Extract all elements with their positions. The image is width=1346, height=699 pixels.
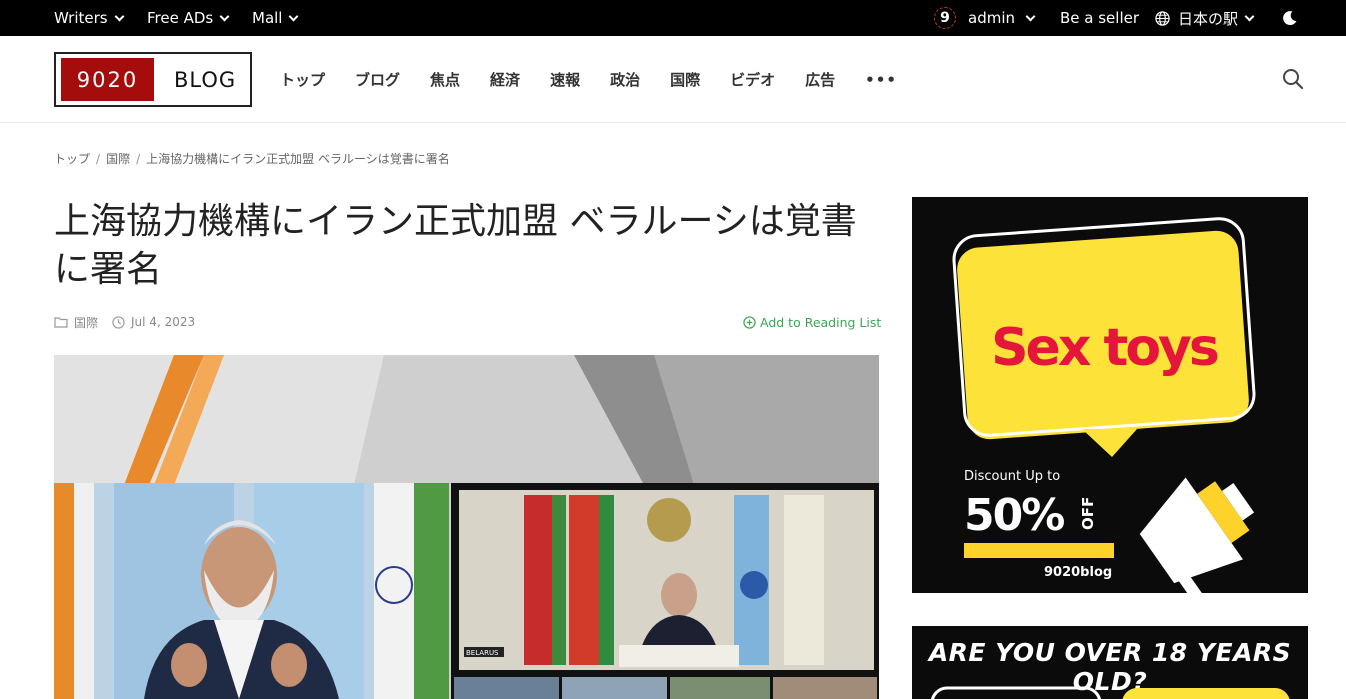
site-header: 9020 BLOG トップ ブログ 焦点 経済 速報 政治 国際 ビデオ 広告 … bbox=[0, 36, 1346, 123]
mall-menu[interactable]: Mall bbox=[252, 0, 299, 36]
ad-headline: Sex toys bbox=[991, 318, 1218, 378]
ad2-buttons-graphic bbox=[930, 686, 1290, 699]
ad-banner-graphic: Sex toys Discount Up to 50% OFF 9020blog bbox=[912, 197, 1308, 593]
ad-discount-label: Discount Up to bbox=[964, 469, 1060, 484]
breadcrumb-current: 上海協力機構にイラン正式加盟 ベラルーシは覚書に署名 bbox=[146, 152, 450, 166]
language-menu[interactable]: 日本の駅 bbox=[1155, 0, 1255, 36]
nav-item-ads[interactable]: 広告 bbox=[805, 69, 835, 90]
globe-icon bbox=[1155, 10, 1170, 26]
main-nav: トップ ブログ 焦点 経済 速報 政治 国際 ビデオ 広告 ••• bbox=[280, 36, 897, 123]
nav-item-blog[interactable]: ブログ bbox=[355, 69, 400, 90]
chevron-down-icon bbox=[1244, 11, 1255, 21]
search-icon[interactable] bbox=[1282, 68, 1304, 90]
plus-circle-icon bbox=[743, 315, 756, 329]
breadcrumb-home[interactable]: トップ bbox=[54, 150, 90, 167]
nav-item-breaking[interactable]: 速報 bbox=[550, 69, 580, 90]
language-label: 日本の駅 bbox=[1178, 9, 1239, 28]
folder-icon bbox=[54, 317, 68, 328]
article-meta: 国際 Jul 4, 2023 bbox=[54, 312, 195, 332]
site-logo[interactable]: 9020 BLOG bbox=[54, 52, 252, 107]
ad-off: OFF bbox=[1079, 497, 1097, 530]
free-ads-menu[interactable]: Free ADs bbox=[147, 0, 230, 36]
user-menu[interactable]: 9 admin bbox=[934, 0, 1036, 36]
writers-menu[interactable]: Writers bbox=[54, 0, 125, 36]
dark-mode-toggle[interactable] bbox=[1282, 0, 1298, 36]
moon-icon bbox=[1283, 11, 1297, 26]
chevron-down-icon bbox=[219, 11, 230, 21]
nav-item-focus[interactable]: 焦点 bbox=[430, 69, 460, 90]
free-ads-label: Free ADs bbox=[147, 9, 214, 27]
avatar: 9 bbox=[934, 7, 956, 29]
breadcrumb-separator: / bbox=[136, 151, 141, 166]
article-date: Jul 4, 2023 bbox=[131, 315, 196, 329]
top-bar: Writers Free ADs Mall 9 admin Be a selle… bbox=[0, 0, 1346, 36]
nav-item-international[interactable]: 国際 bbox=[670, 69, 700, 90]
ad-brand: 9020blog bbox=[1044, 565, 1112, 580]
chevron-down-icon bbox=[289, 11, 299, 21]
nav-item-economy[interactable]: 経済 bbox=[490, 69, 520, 90]
breadcrumb-separator: / bbox=[96, 151, 101, 166]
add-to-reading-list-button[interactable]: Add to Reading List bbox=[743, 312, 881, 332]
be-seller-link[interactable]: Be a seller bbox=[1060, 0, 1139, 36]
reading-list-label: Add to Reading List bbox=[760, 314, 882, 330]
sidebar-ad-sex-toys[interactable]: Sex toys Discount Up to 50% OFF 9020blog bbox=[912, 197, 1308, 593]
more-menu-button[interactable]: ••• bbox=[865, 71, 897, 89]
chevron-down-icon bbox=[1025, 11, 1036, 21]
article-hero-image: BELARUS bbox=[54, 355, 879, 699]
breadcrumb-category[interactable]: 国際 bbox=[106, 150, 130, 167]
nav-item-politics[interactable]: 政治 bbox=[610, 69, 640, 90]
article-category[interactable]: 国際 bbox=[74, 314, 98, 331]
writers-label: Writers bbox=[54, 9, 108, 27]
logo-text: BLOG bbox=[174, 67, 237, 92]
breadcrumb: トップ / 国際 / 上海協力機構にイラン正式加盟 ベラルーシは覚書に署名 bbox=[54, 150, 450, 167]
nav-item-video[interactable]: ビデオ bbox=[730, 69, 775, 90]
be-seller-label: Be a seller bbox=[1060, 9, 1140, 27]
clock-icon bbox=[112, 315, 125, 329]
mall-label: Mall bbox=[252, 9, 283, 27]
chevron-down-icon bbox=[114, 11, 125, 21]
hero-caption-label: BELARUS bbox=[466, 649, 499, 657]
logo-number: 9020 bbox=[61, 58, 154, 101]
user-name: admin bbox=[968, 9, 1015, 27]
sidebar-ad-age-check[interactable]: ARE YOU OVER 18 YEARS OLD? bbox=[912, 626, 1308, 699]
ad-percent: 50% bbox=[964, 490, 1064, 541]
page-title: 上海協力機構にイラン正式加盟 ベラルーシは覚書に署名 bbox=[54, 201, 857, 290]
nav-item-top[interactable]: トップ bbox=[280, 69, 325, 90]
video-conference-photo: BELARUS bbox=[54, 355, 879, 699]
